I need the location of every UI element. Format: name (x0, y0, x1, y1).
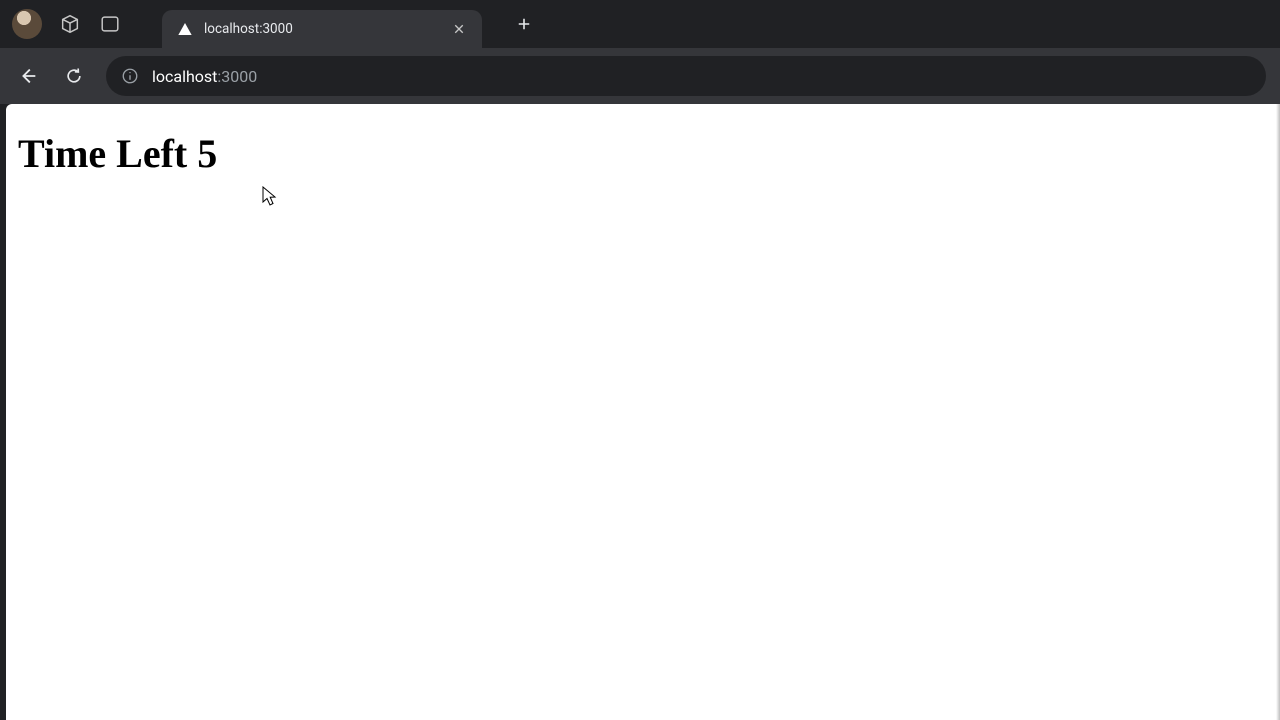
tab-overview-icon[interactable] (98, 12, 122, 36)
countdown-heading: Time Left 5 (18, 130, 1280, 177)
site-info-icon[interactable] (120, 66, 140, 86)
back-button[interactable] (8, 56, 48, 96)
mouse-cursor-icon (262, 186, 278, 208)
tab-strip: localhost:3000 (0, 0, 1280, 48)
address-bar[interactable]: localhost:3000 (106, 56, 1266, 96)
close-tab-button[interactable] (450, 20, 468, 38)
profile-avatar[interactable] (12, 9, 42, 39)
new-tab-button[interactable] (510, 10, 538, 38)
tab-title: localhost:3000 (204, 21, 440, 37)
viewport-edge-shadow (1276, 104, 1280, 720)
url-port: :3000 (217, 67, 257, 86)
url-text: localhost:3000 (152, 67, 257, 86)
reload-button[interactable] (54, 56, 94, 96)
browser-tab[interactable]: localhost:3000 (162, 10, 482, 48)
workspaces-icon[interactable] (58, 12, 82, 36)
browser-toolbar: localhost:3000 (0, 48, 1280, 104)
heading-prefix: Time Left (18, 131, 197, 176)
url-host: localhost (152, 67, 217, 86)
vercel-favicon-icon (176, 20, 194, 38)
page-viewport: Time Left 5 (6, 104, 1280, 720)
time-left-value: 5 (197, 131, 217, 176)
